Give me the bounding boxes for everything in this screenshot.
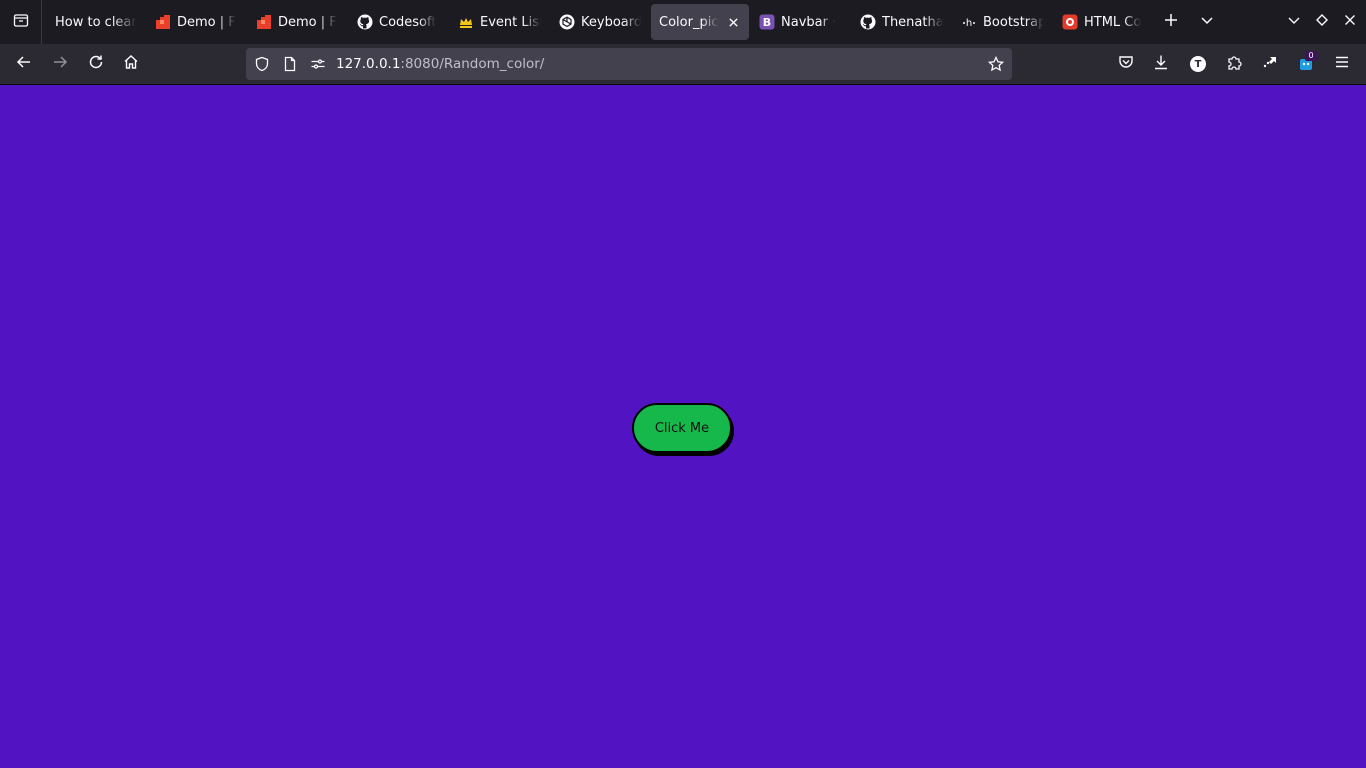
extension-arrow-button[interactable]: [1254, 48, 1286, 80]
bootstrap-icon: B: [759, 14, 775, 30]
url-text[interactable]: 127.0.0.1:8080/Random_color/: [336, 56, 544, 72]
tab-label: Event List: [480, 14, 541, 30]
pocket-icon: [1118, 54, 1134, 74]
crown-icon: [458, 14, 474, 30]
tab-bootstrap[interactable]: h Bootstrap: [953, 4, 1052, 40]
downloads-button[interactable]: [1145, 48, 1177, 80]
url-bar[interactable]: 127.0.0.1:8080/Random_color/: [246, 48, 1012, 80]
tab-demo-1[interactable]: Demo | F: [147, 4, 246, 40]
url-path: :8080/Random_color/: [400, 56, 545, 72]
tab-label: Color_pick: [659, 14, 719, 30]
close-tab-icon[interactable]: [725, 14, 741, 30]
chevron-down-icon: [1199, 12, 1215, 32]
url-host: 127.0.0.1: [336, 56, 401, 72]
extension-icon: 0: [1298, 51, 1317, 72]
tab-keyboard[interactable]: Keyboard: [551, 4, 649, 40]
click-me-button[interactable]: Click Me: [632, 403, 732, 453]
firefox-view-button[interactable]: [0, 0, 42, 44]
dotted-arrow-icon: [1262, 54, 1278, 74]
chevron-down-icon: [1286, 12, 1302, 32]
permissions-icon[interactable]: [310, 56, 326, 72]
tab-color-picker[interactable]: Color_pick: [651, 4, 749, 40]
home-icon: [123, 54, 139, 74]
pocket-button[interactable]: [1110, 48, 1142, 80]
tab-demo-2[interactable]: Demo | F: [248, 4, 347, 40]
red-circle-icon: [1062, 14, 1078, 30]
back-button[interactable]: [8, 48, 40, 80]
tab-label: Navbar ·: [781, 14, 837, 30]
puzzle-icon: [1226, 54, 1242, 74]
close-icon: [1342, 12, 1358, 32]
maximize-button[interactable]: [1308, 6, 1336, 38]
tab-label: Demo | F: [278, 14, 337, 30]
openai-icon: [559, 14, 575, 30]
tab-navbar[interactable]: B Navbar ·: [751, 4, 850, 40]
svg-text:B: B: [763, 16, 771, 29]
github-icon: [357, 14, 373, 30]
plus-icon: [1163, 12, 1179, 32]
arrow-right-icon: [52, 54, 68, 74]
tab-label: How to clean: [55, 14, 137, 30]
new-tab-button[interactable]: [1153, 6, 1189, 38]
home-button[interactable]: [115, 48, 147, 80]
reload-button[interactable]: [80, 48, 112, 80]
tab-strip: How to clean Demo | F Demo | F Codesoft …: [0, 0, 1366, 44]
tab-label: Demo | F: [177, 14, 236, 30]
close-window-button[interactable]: [1336, 6, 1364, 38]
tab-codesoft[interactable]: Codesoft: [349, 4, 448, 40]
github-icon: [860, 14, 876, 30]
svg-text:h: h: [966, 18, 972, 29]
hamburger-menu-icon: [1334, 54, 1350, 74]
shield-icon[interactable]: [254, 56, 270, 72]
page-icon[interactable]: [282, 56, 298, 72]
diamond-icon: [1314, 12, 1330, 32]
tab-thenatha[interactable]: Thenatha: [852, 4, 951, 40]
tab-html-color[interactable]: HTML Co: [1054, 4, 1152, 40]
forward-button[interactable]: [44, 48, 76, 80]
tab-event-list[interactable]: Event List: [450, 4, 549, 40]
minimize-button[interactable]: [1280, 6, 1308, 38]
download-icon: [1153, 54, 1169, 74]
tab-list: How to clean Demo | F Demo | F Codesoft …: [42, 0, 1225, 44]
tab-label: Codesoft: [379, 14, 437, 30]
tab-label: Bootstrap: [983, 14, 1044, 30]
hashnode-icon: h: [961, 14, 977, 30]
page-content: Click Me: [0, 85, 1366, 768]
navigation-toolbar: 127.0.0.1:8080/Random_color/ T 0: [0, 44, 1366, 85]
firefox-view-icon: [13, 12, 29, 32]
arrow-left-icon: [16, 54, 32, 74]
tab-how-to-clean[interactable]: How to clean: [47, 4, 145, 40]
extension-badge-button[interactable]: 0: [1290, 48, 1322, 80]
reload-icon: [88, 54, 104, 74]
account-button[interactable]: T: [1182, 48, 1214, 80]
app-menu-button[interactable]: [1326, 48, 1358, 80]
red-mosaic-icon: [155, 14, 171, 30]
tab-label: Thenatha: [882, 14, 943, 30]
red-mosaic-icon: [256, 14, 272, 30]
account-avatar: T: [1190, 56, 1206, 72]
extension-badge-count: 0: [1305, 51, 1317, 61]
tab-label: Keyboard: [581, 14, 641, 30]
extensions-button[interactable]: [1218, 48, 1250, 80]
tab-label: HTML Co: [1084, 14, 1142, 30]
window-controls: [1280, 0, 1366, 44]
list-all-tabs-button[interactable]: [1189, 6, 1225, 38]
bookmark-star-icon[interactable]: [987, 55, 1005, 72]
